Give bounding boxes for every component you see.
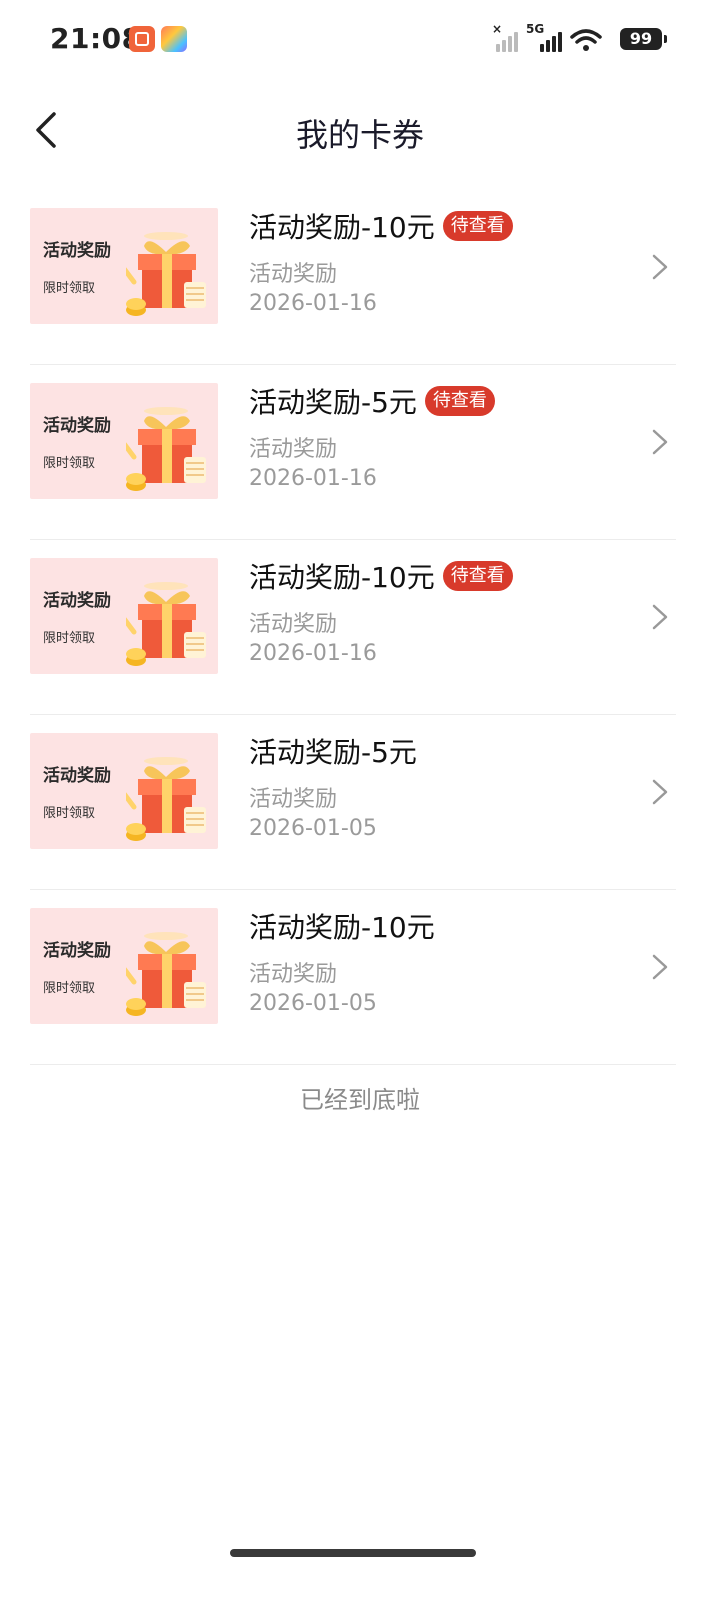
gift-box-icon <box>126 407 206 491</box>
coupon-thumbnail: 活动奖励 限时领取 <box>30 208 218 324</box>
battery-indicator: 99 <box>620 28 667 50</box>
list-end-text: 已经到底啦 <box>300 1086 420 1114</box>
thumbnail-title: 活动奖励 <box>43 941 111 961</box>
status-badge: 待查看 <box>442 561 513 591</box>
chevron-right-icon <box>652 429 668 455</box>
coupon-type: 活动奖励 <box>249 262 338 287</box>
coupon-thumbnail: 活动奖励 限时领取 <box>30 908 218 1024</box>
thumbnail-subtitle: 限时领取 <box>43 456 96 471</box>
coupon-title: 活动奖励-10元 <box>249 561 435 594</box>
coupon-date: 2026-01-05 <box>249 991 377 1016</box>
page-header: 我的卡券 <box>0 90 720 170</box>
coupon-type: 活动奖励 <box>249 437 338 462</box>
thumbnail-subtitle: 限时领取 <box>43 981 96 996</box>
coupon-title: 活动奖励-10元 <box>249 211 435 244</box>
coupon-title: 活动奖励-5元 <box>249 736 417 769</box>
coupon-type: 活动奖励 <box>249 787 338 812</box>
coupon-item[interactable]: 活动奖励 限时领取 活动奖励-10元 活动奖励 2026-01-05 <box>30 890 676 1065</box>
coupon-date: 2026-01-05 <box>249 816 377 841</box>
chevron-right-icon <box>652 954 668 980</box>
thumbnail-subtitle: 限时领取 <box>43 281 96 296</box>
thumbnail-subtitle: 限时领取 <box>43 806 96 821</box>
coupon-title: 活动奖励-5元 <box>249 386 417 419</box>
home-indicator[interactable] <box>230 1549 476 1557</box>
thumbnail-title: 活动奖励 <box>43 766 111 786</box>
coupon-thumbnail: 活动奖励 限时领取 <box>30 558 218 674</box>
coupon-date: 2026-01-16 <box>249 641 377 666</box>
coupon-title-row: 活动奖励-5元 <box>249 731 417 771</box>
status-badge: 待查看 <box>442 211 513 241</box>
coupon-title: 活动奖励-10元 <box>249 911 435 944</box>
network-type: 5G <box>526 22 545 36</box>
status-time: 21:08 <box>50 22 142 55</box>
wifi-icon <box>570 29 602 51</box>
status-badge: 待查看 <box>424 386 495 416</box>
coupon-type: 活动奖励 <box>249 962 338 987</box>
coupon-thumbnail: 活动奖励 限时领取 <box>30 733 218 849</box>
signal-no-service-icon: × <box>492 22 522 56</box>
coupon-thumbnail: 活动奖励 限时领取 <box>30 383 218 499</box>
gift-box-icon <box>126 932 206 1016</box>
chevron-right-icon <box>652 779 668 805</box>
coupon-date: 2026-01-16 <box>249 466 377 491</box>
coupon-title-row: 活动奖励-10元 待查看 <box>249 556 513 596</box>
coupon-title-row: 活动奖励-10元 <box>249 906 435 946</box>
coupon-item[interactable]: 活动奖励 限时领取 活动奖励-5元 待查看 活动奖励 2026-01-16 <box>30 365 676 540</box>
coupon-item[interactable]: 活动奖励 限时领取 活动奖励-5元 活动奖励 2026-01-05 <box>30 715 676 890</box>
gift-box-icon <box>126 757 206 841</box>
coupon-title-row: 活动奖励-10元 待查看 <box>249 206 513 246</box>
coupon-list: 活动奖励 限时领取 活动奖励-10元 待查看 活动奖励 2026-01-16 活… <box>30 190 676 1065</box>
coupon-title-row: 活动奖励-5元 待查看 <box>249 381 495 421</box>
thumbnail-title: 活动奖励 <box>43 241 111 261</box>
thumbnail-title: 活动奖励 <box>43 591 111 611</box>
coupon-item[interactable]: 活动奖励 限时领取 活动奖励-10元 待查看 活动奖励 2026-01-16 <box>30 540 676 715</box>
signal-5g-icon: 5G <box>526 22 564 56</box>
thumbnail-title: 活动奖励 <box>43 416 111 436</box>
status-bar: 21:08 × 5G 99 <box>0 0 720 80</box>
thumbnail-subtitle: 限时领取 <box>43 631 96 646</box>
chevron-right-icon <box>652 254 668 280</box>
gift-box-icon <box>126 232 206 316</box>
chevron-right-icon <box>652 604 668 630</box>
app-notification-icon <box>129 26 155 52</box>
coupon-date: 2026-01-16 <box>249 291 377 316</box>
game-app-notification-icon <box>161 26 187 52</box>
coupon-type: 活动奖励 <box>249 612 338 637</box>
page-title: 我的卡券 <box>295 116 424 154</box>
gift-box-icon <box>126 582 206 666</box>
status-indicators: × 5G 99 <box>492 22 667 56</box>
coupon-item[interactable]: 活动奖励 限时领取 活动奖励-10元 待查看 活动奖励 2026-01-16 <box>30 190 676 365</box>
